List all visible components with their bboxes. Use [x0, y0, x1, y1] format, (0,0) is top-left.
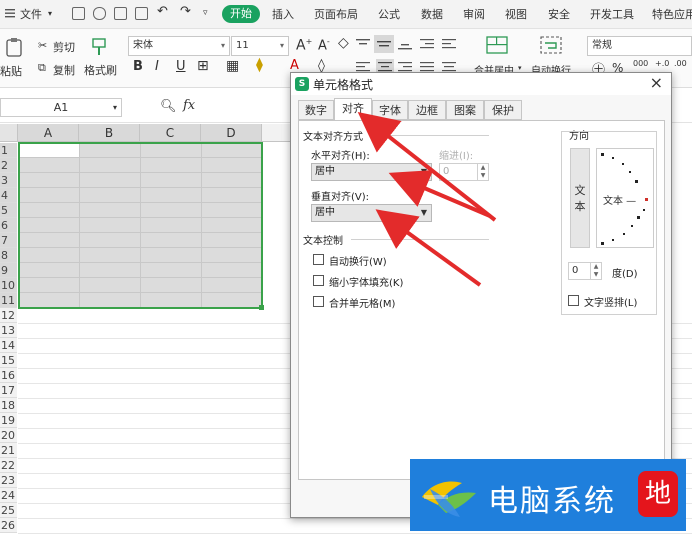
arrow-to-horizontal-align — [388, 170, 491, 218]
watermark-banner: 电脑系统 地 — [410, 459, 686, 531]
watermark-text: 电脑系统 — [488, 484, 616, 519]
watermark-logo-icon — [422, 481, 476, 517]
annotation-arrows — [357, 112, 497, 287]
arrow-to-vertical-align — [375, 209, 482, 287]
watermark-red-badge: 地 — [638, 471, 678, 517]
arrow-to-alignment-tab — [357, 112, 497, 222]
